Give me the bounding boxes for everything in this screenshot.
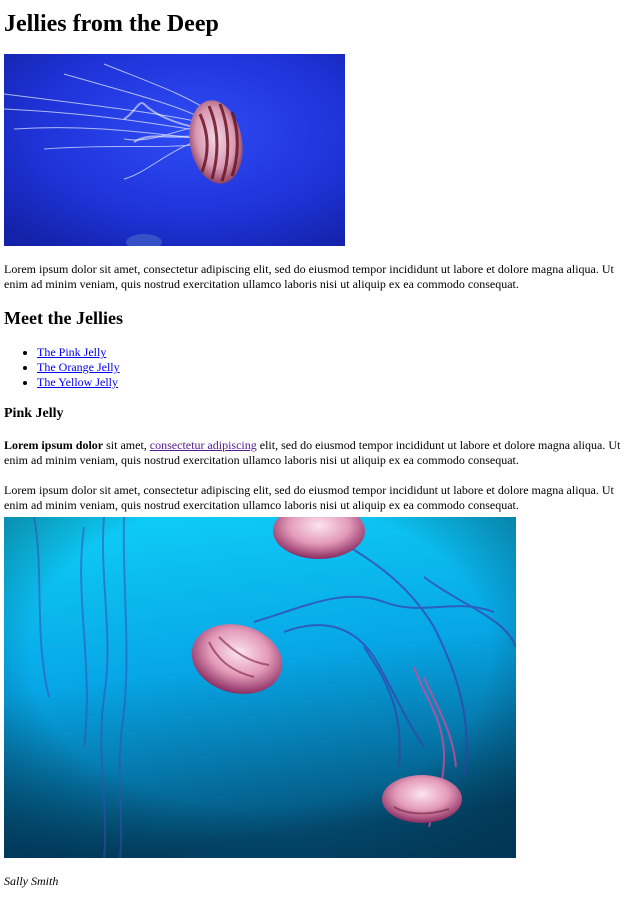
list-item: The Yellow Jelly <box>37 375 626 390</box>
section-heading: Meet the Jellies <box>4 308 123 328</box>
pink-jelly-link[interactable]: The Pink Jelly <box>37 345 106 359</box>
bold-text: Lorem ipsum dolor <box>4 438 104 452</box>
inline-link[interactable]: consectetur adipiscing <box>150 438 257 452</box>
subsection-heading: Pink Jelly <box>4 406 64 421</box>
orange-jelly-link[interactable]: The Orange Jelly <box>37 360 120 374</box>
jellyfish-group-image <box>4 517 516 858</box>
list-item: The Pink Jelly <box>37 345 626 360</box>
hero-jellyfish-image <box>4 54 345 246</box>
jellies-link-list: The Pink Jelly The Orange Jelly The Yell… <box>4 345 626 390</box>
intro-paragraph: Lorem ipsum dolor sit amet, consectetur … <box>4 262 614 291</box>
yellow-jelly-link[interactable]: The Yellow Jelly <box>37 375 118 389</box>
pink-jelly-paragraph: Lorem ipsum dolor sit amet, consectetur … <box>4 438 626 468</box>
photo-credit: Sally Smith <box>4 874 59 888</box>
second-paragraph: Lorem ipsum dolor sit amet, consectetur … <box>4 483 614 512</box>
page-title: Jellies from the Deep <box>4 11 219 37</box>
paragraph-text: sit amet, <box>103 438 150 452</box>
page: Jellies from the Deep Lorem ipsum dolor … <box>0 11 630 889</box>
list-item: The Orange Jelly <box>37 360 626 375</box>
